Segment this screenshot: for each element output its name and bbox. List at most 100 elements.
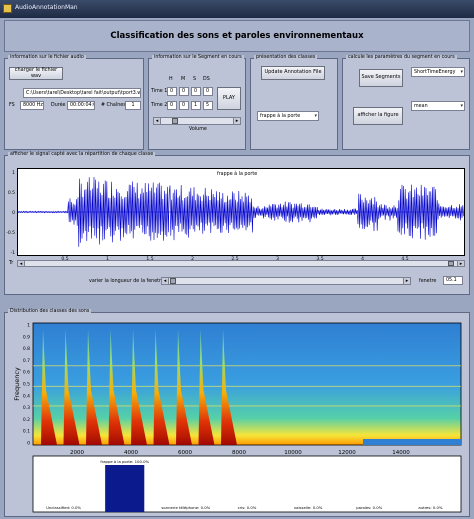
spectrogram-xtick-label: 12000	[338, 450, 356, 456]
spectrogram-xtick-label: 14000	[392, 450, 410, 456]
spectrogram-tail	[363, 439, 461, 445]
time2-label: Time 2	[151, 103, 168, 108]
scroll-left-arrow-icon[interactable]: ◂	[18, 261, 25, 267]
stat-select-value: mean	[414, 103, 428, 109]
file-info-legend: information sur le fichier audio	[8, 55, 86, 60]
window-right-arrow-icon[interactable]: ▸	[403, 278, 410, 284]
scroll-right-arrow-icon[interactable]: ▸	[457, 261, 464, 267]
class-select[interactable]: frappe à la porte ▾	[257, 111, 319, 121]
fenetre-field[interactable]: 05.1	[443, 276, 463, 285]
waveform-ytick-label: 0.5	[8, 190, 15, 196]
time2-m[interactable]: 0	[179, 101, 189, 110]
waveform-ytick-label: -0.5	[6, 230, 15, 236]
volume-label: Volume	[189, 127, 207, 132]
class-select-value: frappe à la porte	[260, 113, 301, 119]
window-title: AudioAnnotationMan	[15, 4, 78, 11]
waveform-axes	[17, 168, 465, 256]
file-info-panel: information sur le fichier audio charger…	[4, 55, 144, 150]
signal-legend: afficher le signal capté avec la réparti…	[8, 152, 156, 157]
spectrogram-plot: 1 0.9 0.8 0.7 0.6 0.5 0.4 0.3 0.2 0.1 0 Frequency 20…	[13, 323, 462, 513]
duree-label: Durée	[51, 103, 66, 108]
annotation-label: frappe à la porte	[217, 172, 258, 177]
spectrogram-ytick-label: 0.1	[23, 429, 30, 435]
class-distribution-bar-label: paroles: 0.0%	[356, 505, 382, 510]
page-title: Classification des sons et paroles envir…	[110, 31, 364, 41]
play-button[interactable]: PLAY	[217, 87, 241, 110]
duree-field[interactable]: 00:00:04:0	[67, 101, 95, 110]
spectrogram-ytick-label: 0.4	[23, 393, 30, 399]
class-distribution-bar-label: vaisselle: 0.0%	[294, 505, 323, 510]
feature-select-value: ShortTimeEnergy	[414, 69, 456, 75]
spectrogram-xtick-label: 2000	[70, 450, 84, 456]
params-legend: calcule les paramètres du segment en cou…	[346, 55, 457, 60]
window-slider-thumb[interactable]	[170, 278, 176, 284]
class-distribution-bar	[105, 465, 145, 512]
load-wav-button[interactable]: charger le fichier wav	[9, 67, 63, 80]
segment-legend: information sur le Segment en cours	[152, 55, 244, 60]
segment-panel: information sur le Segment en cours H M …	[148, 55, 246, 150]
distribution-panel: Distribution des classes des sons 1 0.9 0.…	[4, 309, 470, 517]
classes-panel: présentation des classes Update Annotati…	[250, 55, 338, 150]
nchaines-field[interactable]: 1	[125, 101, 141, 110]
waveform-trace	[18, 176, 464, 247]
update-annotation-button[interactable]: Update Annotation File	[261, 66, 325, 80]
time1-s[interactable]: 0	[191, 87, 201, 96]
waveform-plot	[18, 176, 464, 247]
window-left-arrow-icon[interactable]: ◂	[162, 278, 169, 284]
class-distribution-bar-label: frappe à la porte: 100.0%	[100, 459, 149, 464]
time2-ds[interactable]: 5	[203, 101, 213, 110]
spectrogram-xtick-label: 8000	[232, 450, 246, 456]
class-distribution-bar-label: autres: 0.0%	[418, 505, 443, 510]
time1-h[interactable]: 0	[167, 87, 177, 96]
volume-slider-thumb[interactable]	[172, 118, 178, 124]
class-distribution-bar-label: Unclassified: 0.0%	[46, 505, 81, 510]
spectrogram-ytick-label: 0.9	[23, 334, 30, 340]
file-path-field[interactable]: C:\Users\tarel\Desktop\tarel fait\output…	[23, 88, 141, 98]
waveform-ytick-label: 0	[12, 210, 15, 216]
save-segments-button[interactable]: Save Segments	[359, 69, 403, 87]
fs-field[interactable]: 8000 Hz	[20, 101, 44, 110]
spectrogram-ytick-label: 0.8	[23, 346, 30, 352]
spectrogram-xtick-label: 10000	[284, 450, 302, 456]
col-h-label: H	[169, 77, 173, 82]
time1-ds[interactable]: 0	[203, 87, 213, 96]
afficher-figure-button[interactable]: afficher la figure	[353, 107, 403, 125]
stat-select[interactable]: mean ▾	[411, 101, 465, 111]
time1-m[interactable]: 0	[179, 87, 189, 96]
class-distribution-bar-label: cris: 0.0%	[238, 505, 257, 510]
class-distribution-bar-label: sonnerie téléphone: 0.0%	[161, 505, 210, 510]
window-titlebar: AudioAnnotationMan	[0, 0, 474, 18]
col-s-label: S	[193, 77, 197, 82]
window-length-label: varier la longueur de la fenetre	[89, 279, 164, 284]
spectrogram-ytick-label: 0.7	[23, 358, 30, 364]
chevron-down-icon: ▾	[460, 69, 463, 75]
waveform-ytick-label: 1	[12, 170, 15, 176]
spectrogram-xtick-label: 4000	[124, 450, 138, 456]
chevron-down-icon: ▾	[314, 113, 317, 119]
scroll-label: Tr	[9, 261, 14, 266]
scroll-thumb[interactable]	[448, 261, 454, 266]
fs-label: FS	[9, 103, 15, 108]
volume-left-arrow-icon[interactable]: ◂	[154, 118, 161, 124]
signal-panel: afficher le signal capté avec la réparti…	[4, 152, 470, 295]
params-panel: calcule les paramètres du segment en cou…	[342, 55, 470, 150]
time1-label: Time 1	[151, 89, 168, 94]
time2-h[interactable]: 0	[167, 101, 177, 110]
spectrogram-ytick-label: 0.2	[23, 417, 30, 423]
time2-s[interactable]: 1	[191, 101, 201, 110]
volume-right-arrow-icon[interactable]: ▸	[233, 118, 240, 124]
spectrogram-ytick-label: 0.3	[23, 405, 30, 411]
spectrogram-xtick-label: 6000	[178, 450, 192, 456]
time-scrollbar[interactable]: ◂ ▸	[17, 260, 465, 267]
spectrogram-ytick-label: 1	[27, 323, 30, 329]
fenetre-label: fenetre	[419, 279, 437, 284]
spectrogram-ytick-label: 0.6	[23, 370, 30, 376]
col-ds-label: DS	[203, 77, 210, 82]
classes-legend: présentation des classes	[254, 55, 318, 60]
feature-select[interactable]: ShortTimeEnergy ▾	[411, 67, 465, 77]
spectrogram-ylabel: Frequency	[13, 367, 21, 401]
window-length-slider[interactable]: ◂ ▸	[161, 277, 411, 285]
waveform-ytick-label: -1	[11, 250, 16, 256]
spectrogram-ytick-label: 0.5	[23, 382, 30, 388]
volume-slider[interactable]: ◂ ▸	[153, 117, 241, 125]
